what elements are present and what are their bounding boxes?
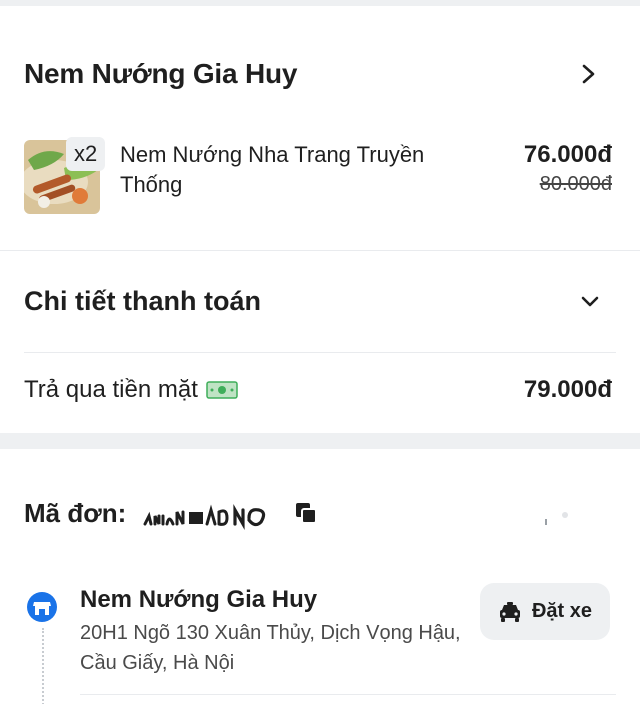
book-ride-button[interactable]: Đặt xe [480, 583, 610, 640]
copy-icon[interactable] [293, 500, 319, 526]
item-name: Nem Nướng Nha Trang Truyền Thống [120, 142, 425, 197]
item-original-price: 80.000đ [539, 173, 612, 195]
chevron-down-icon[interactable] [578, 291, 602, 313]
route-line [42, 628, 44, 704]
book-ride-label: Đặt xe [531, 600, 593, 622]
car-icon [499, 601, 520, 622]
pickup-store-name: Nem Nướng Gia Huy [80, 586, 318, 613]
cash-icon [206, 381, 238, 399]
payment-method-label: Trả qua tiền mặt [24, 376, 198, 403]
payment-method: Trả qua tiền mặt [24, 376, 238, 404]
payment-total: 79.000đ [523, 376, 612, 403]
pickup-store-address: 20H1 Ngõ 130 Xuân Thủy, Dịch Vọng Hậu, C… [80, 622, 461, 674]
chevron-right-icon[interactable] [578, 62, 600, 86]
divider [0, 250, 640, 251]
divider [80, 694, 616, 695]
restaurant-name[interactable]: Nem Nướng Gia Huy [24, 58, 297, 90]
payment-details-title[interactable]: Chi tiết thanh toán [24, 286, 261, 317]
section-separator [0, 433, 640, 449]
quantity-badge: x2 [66, 137, 106, 171]
store-pin-icon [27, 592, 57, 622]
item-price: 76.000đ [523, 141, 612, 168]
divider [24, 352, 616, 353]
order-code-label: Mã đơn: [24, 498, 127, 528]
redacted-order-code [143, 503, 266, 530]
redaction-mark [545, 512, 568, 525]
